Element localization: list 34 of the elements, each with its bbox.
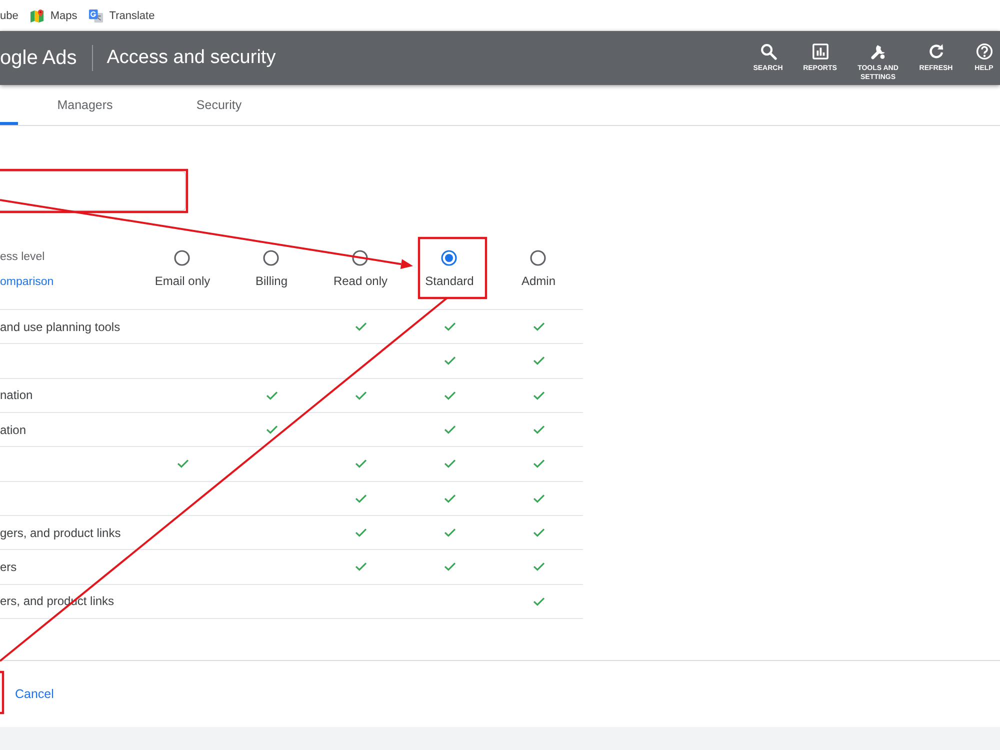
bar-chart-icon [812,43,828,60]
page-title: Access and security [106,46,276,70]
access-level-option[interactable]: Email only [154,250,210,288]
radio-icon[interactable] [352,250,368,266]
map-icon [30,8,44,22]
bookmark-link[interactable]: ube [0,8,18,22]
permission-label: gers, and product links [0,526,121,540]
translate-icon [89,8,104,22]
tab[interactable]: Security [158,85,280,125]
annotation-box [418,236,488,300]
access-level-option[interactable]: Billing [255,250,288,288]
radio-icon[interactable] [530,250,546,266]
product-name: ogle Ads [0,46,77,70]
radio-icon[interactable] [174,250,190,266]
bookmark-link[interactable]: Translate [89,8,155,22]
permission-label: and use planning tools [0,320,120,334]
access-level-label: ess level [0,250,45,264]
comparison-link[interactable]: omparison [0,275,54,289]
search-icon [760,43,776,60]
tab[interactable]: Managers [24,85,146,125]
access-level-option[interactable]: Read only [333,250,388,288]
radio-icon[interactable] [263,250,280,266]
access-level-option[interactable]: Standard [425,250,474,288]
refresh-icon [928,43,944,60]
wrench-icon [870,43,886,60]
cancel-button[interactable]: Cancel [15,686,54,702]
bookmark-link[interactable]: Maps [30,8,78,22]
annotation-box [0,670,4,714]
radio-icon[interactable] [441,250,458,266]
permission-label: ers [0,560,17,574]
permission-label: ation [0,422,26,437]
help-icon [976,43,992,60]
access-level-option[interactable]: Admin [521,250,556,288]
permission-label: nation [0,388,33,402]
